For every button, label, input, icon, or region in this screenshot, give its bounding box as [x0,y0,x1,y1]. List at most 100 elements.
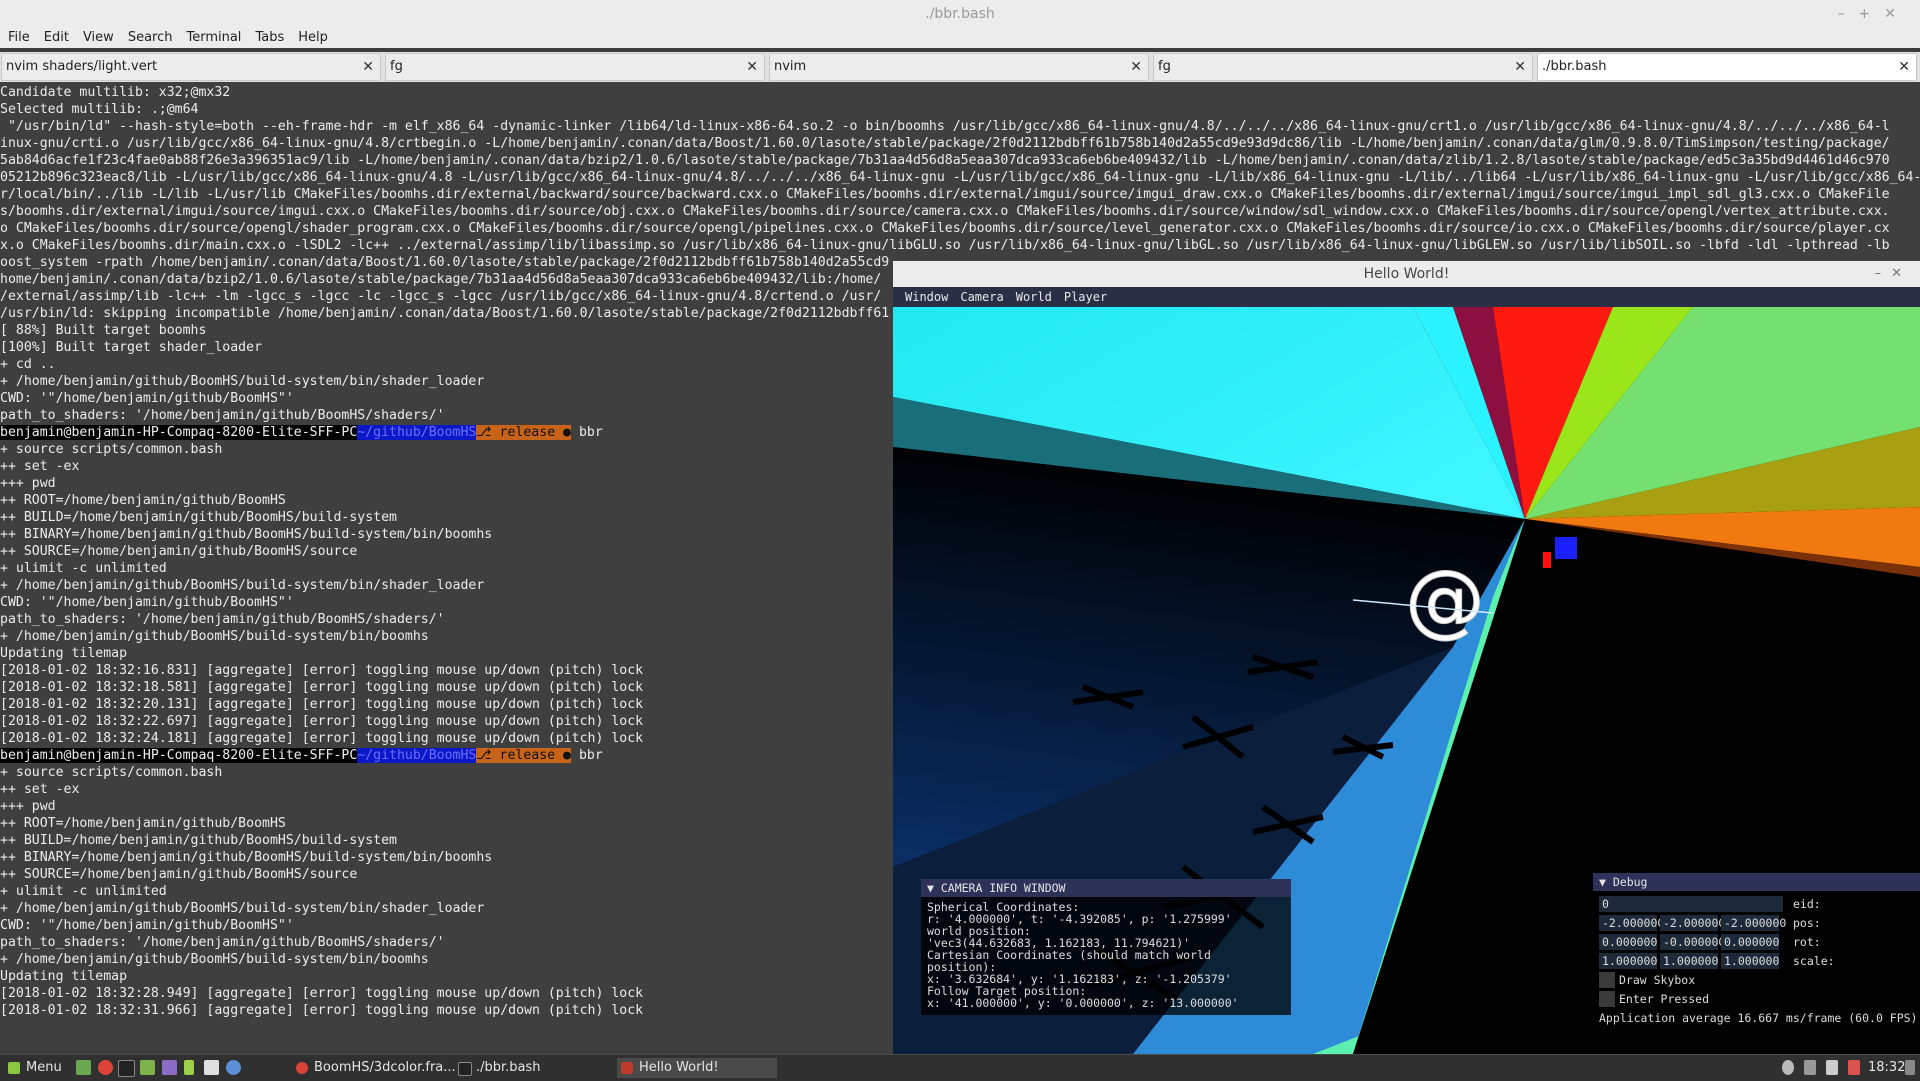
game-menu-camera[interactable]: Camera [960,287,1003,307]
eid-input[interactable]: 0 [1599,896,1783,912]
terminal-line: Candidate multilib: x32;@mx32 [0,85,231,100]
taskbar-window-browser[interactable]: BoomHS/3dcolor.fra... [292,1058,456,1078]
update-shield-icon[interactable] [1848,1060,1860,1075]
terminal-icon [458,1062,472,1076]
tab-nvim[interactable]: nvim ✕ [769,53,1149,81]
scale-x-input[interactable]: 1.000000 [1599,953,1657,969]
terminal-line: Selected multilib: .;@m64 [0,102,199,117]
prompt-branch: ⎇ release ● [476,748,571,763]
draw-skybox-checkbox[interactable] [1599,972,1615,988]
terminal-line: 05212b896c323eac8/lib -L/usr/lib/gcc/x86… [0,170,1920,185]
rot-x-input[interactable]: 0.000000 [1599,934,1657,950]
show-desktop-icon[interactable] [76,1060,91,1075]
files-icon[interactable] [140,1060,155,1075]
close-icon[interactable]: ✕ [746,54,758,80]
terminal-line: 5ab84d6acfe1f23c4fae0ab88f26e3a396351ac9… [0,153,1890,168]
volume-icon[interactable] [1826,1060,1838,1075]
tab-bbr-bash[interactable]: ./bbr.bash ✕ [1537,53,1917,81]
editor-icon[interactable] [204,1060,219,1075]
prompt-command: bbr [578,748,603,763]
taskbar-window-label: BoomHS/3dcolor.fra... [314,1060,456,1075]
menu-tabs[interactable]: Tabs [249,28,290,48]
rot-y-input[interactable]: -0.000000 [1660,934,1725,950]
enter-pressed-label: Enter Pressed [1619,992,1710,1006]
game-menu-world[interactable]: World [1016,287,1052,307]
scale-z-input[interactable]: 1.000000 [1721,953,1779,969]
camera-info-header[interactable]: ▼ CAMERA INFO WINDOW [921,879,1291,897]
camera-line: Cartesian Coordinates (should match worl… [927,948,1211,974]
close-icon[interactable]: ✕ [362,54,374,80]
player-at-symbol: @ [1405,553,1485,646]
blue-cube [1555,537,1577,559]
pos-x-input[interactable]: -2.000000 [1599,915,1664,931]
battery-app-icon[interactable] [184,1060,194,1075]
prompt-user: benjamin@benjamin-HP-Compaq-8200-Elite-S… [0,748,358,763]
close-icon[interactable]: ✕ [1898,54,1910,80]
app-window-icon [621,1062,633,1074]
prompt-path: ~/github/BoomHS [357,425,477,440]
start-menu-button[interactable]: Menu [4,1058,68,1078]
workspace-icon[interactable] [1905,1060,1915,1075]
3d-viewport[interactable]: @ ▼ CAMERA INFO WINDOW Spherical Coordin… [893,307,1920,1054]
app-icon[interactable] [162,1060,177,1075]
menu-file[interactable]: File [2,28,36,48]
enter-pressed-checkbox[interactable] [1599,991,1615,1007]
eid-label: eid: [1793,897,1821,911]
prompt-user: benjamin@benjamin-HP-Compaq-8200-Elite-S… [0,425,358,440]
game-window-controls[interactable]: –✕ [1875,261,1912,287]
taskbar-window-label: ./bbr.bash [476,1060,541,1075]
taskbar-window-terminal[interactable]: ./bbr.bash [454,1058,606,1078]
clock[interactable]: 18:32 [1868,1058,1905,1078]
menu-view[interactable]: View [77,28,120,48]
taskbar-window-game[interactable]: Hello World! [617,1058,777,1078]
terminal-line: "/usr/bin/ld" --hash-style=both --eh-fra… [0,119,1890,134]
prompt-branch: ⎇ release ● [476,425,571,440]
terminal-icon[interactable] [118,1060,135,1077]
mint-logo-icon [8,1062,20,1074]
menu-label: Menu [26,1060,62,1075]
camera-info-window[interactable]: ▼ CAMERA INFO WINDOW Spherical Coordinat… [921,879,1291,1015]
pos-y-input[interactable]: -2.000000 [1660,915,1725,931]
close-icon[interactable]: ✕ [1514,54,1526,80]
scale-y-input[interactable]: 1.000000 [1660,953,1718,969]
menu-help[interactable]: Help [292,28,334,48]
tab-fg-2[interactable]: fg ✕ [1153,53,1533,81]
close-icon[interactable]: ✕ [1130,54,1142,80]
network-icon[interactable] [1804,1060,1816,1075]
tab-fg-1[interactable]: fg ✕ [385,53,765,81]
pos-z-input[interactable]: -2.000000 [1721,915,1786,931]
prompt-path: ~/github/BoomHS [357,748,477,763]
tab-nvim-light-vert[interactable]: nvim shaders/light.vert ✕ [1,53,381,81]
settings-icon[interactable] [226,1060,241,1075]
scale-label: scale: [1793,954,1835,968]
tab-label: nvim [774,59,807,74]
fps-readout: Application average 16.667 ms/frame (60.… [1599,1011,1918,1025]
menu-search[interactable]: Search [122,28,179,48]
chrome-icon [296,1062,308,1074]
tab-label: fg [1158,59,1171,74]
menu-edit[interactable]: Edit [38,28,75,48]
window-controls[interactable]: –+✕ [1838,0,1910,28]
chrome-icon[interactable] [98,1060,113,1075]
game-menu-player[interactable]: Player [1064,287,1107,307]
debug-window[interactable]: ▼ Debug 0 eid: -2.000000 -2.000000 -2.00… [1593,873,1920,1054]
game-menu-window[interactable]: Window [905,287,948,307]
tab-label: nvim shaders/light.vert [6,59,158,74]
pos-label: pos: [1793,916,1821,930]
game-window[interactable]: Hello World! –✕ Window Camera World Player [893,261,1920,1054]
game-titlebar: Hello World! –✕ [893,261,1920,287]
camera-line: x: '41.000000', y: '0.000000', z: '13.00… [927,996,1239,1010]
user-icon[interactable] [1782,1060,1794,1075]
game-window-title: Hello World! [1363,266,1450,282]
terminal-titlebar: ./bbr.bash –+✕ [0,0,1920,28]
tab-label: ./bbr.bash [1542,59,1607,74]
terminal-line: x.o CMakeFiles/boomhs.dir/main.cxx.o -lS… [0,238,1890,253]
debug-header[interactable]: ▼ Debug [1593,873,1920,891]
menu-terminal[interactable]: Terminal [180,28,247,48]
terminal-line: inux-gnu/crti.o /usr/lib/gcc/x86_64-linu… [0,136,1890,151]
menu-bar: File Edit View Search Terminal Tabs Help [0,28,1920,48]
terminal-line: o CMakeFiles/boomhs.dir/source/opengl/sh… [0,221,1890,236]
rot-label: rot: [1793,935,1821,949]
taskbar: Menu BoomHS/3dcolor.fra... ./bbr.bash He… [0,1054,1920,1081]
rot-z-input[interactable]: 0.000000 [1721,934,1779,950]
